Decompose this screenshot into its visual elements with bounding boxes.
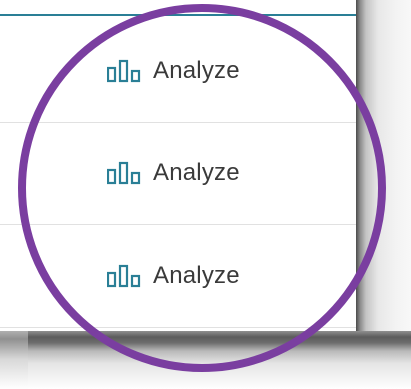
analyze-label: Analyze	[153, 262, 240, 289]
table-row: Analyze	[0, 20, 356, 123]
results-panel: Analyze Analyze Analyze	[0, 0, 356, 340]
bar-chart-icon	[107, 59, 141, 83]
window-edge-shadow-bottom	[0, 331, 411, 389]
bar-chart-icon	[107, 161, 141, 185]
table-row: Analyze	[0, 122, 356, 225]
analyze-button[interactable]: Analyze	[107, 158, 240, 188]
table-row: Analyze	[0, 225, 356, 328]
analyze-button[interactable]: Analyze	[107, 261, 240, 291]
analyze-button[interactable]: Analyze	[107, 56, 240, 86]
bar-chart-icon	[107, 264, 141, 288]
header-divider	[0, 14, 356, 16]
analyze-label: Analyze	[153, 57, 240, 84]
analyze-label: Analyze	[153, 159, 240, 186]
screenshot-stage: Analyze Analyze Analyze	[0, 0, 411, 389]
window-edge-corner	[0, 331, 28, 389]
